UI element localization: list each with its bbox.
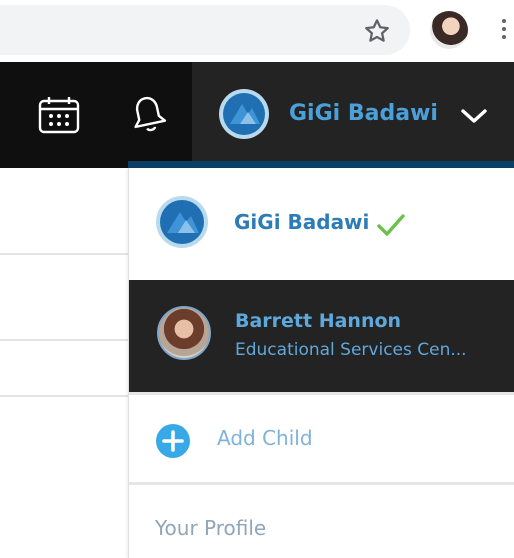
child-account-item[interactable]: Barrett Hannon Educational Services Cen.… xyxy=(129,280,514,392)
checkmark-icon xyxy=(377,214,405,236)
page-divider xyxy=(0,253,128,255)
current-account-name: GiGi Badawi xyxy=(234,210,370,234)
add-child-item[interactable]: Add Child xyxy=(129,396,514,482)
bell-icon[interactable] xyxy=(128,93,168,135)
calendar-icon[interactable] xyxy=(38,96,80,134)
browser-toolbar xyxy=(0,0,514,62)
dropdown-divider xyxy=(129,392,514,395)
star-icon[interactable] xyxy=(362,16,392,46)
dropdown-divider xyxy=(129,482,514,485)
account-dropdown: GiGi Badawi Barrett Hannon Educational S… xyxy=(128,168,514,558)
address-bar[interactable] xyxy=(0,5,410,55)
page-divider xyxy=(0,395,128,397)
add-child-label: Add Child xyxy=(217,426,313,450)
child-account-organization: Educational Services Cen... xyxy=(235,340,467,360)
child-avatar xyxy=(157,306,211,360)
your-profile-label: Your Profile xyxy=(155,516,267,540)
account-avatar-logo xyxy=(156,196,208,248)
header-rule xyxy=(128,161,514,168)
current-account-item[interactable]: GiGi Badawi xyxy=(129,168,514,280)
your-profile-item[interactable]: Your Profile xyxy=(129,486,514,558)
plus-circle-icon xyxy=(156,424,190,458)
chevron-down-icon[interactable] xyxy=(460,106,488,126)
kebab-menu-icon[interactable] xyxy=(496,16,512,46)
page-divider xyxy=(0,339,128,341)
header-account-name[interactable]: GiGi Badawi xyxy=(289,101,438,126)
child-account-name: Barrett Hannon xyxy=(235,310,402,332)
account-avatar-logo[interactable] xyxy=(218,88,270,140)
browser-profile-avatar[interactable] xyxy=(430,11,468,49)
